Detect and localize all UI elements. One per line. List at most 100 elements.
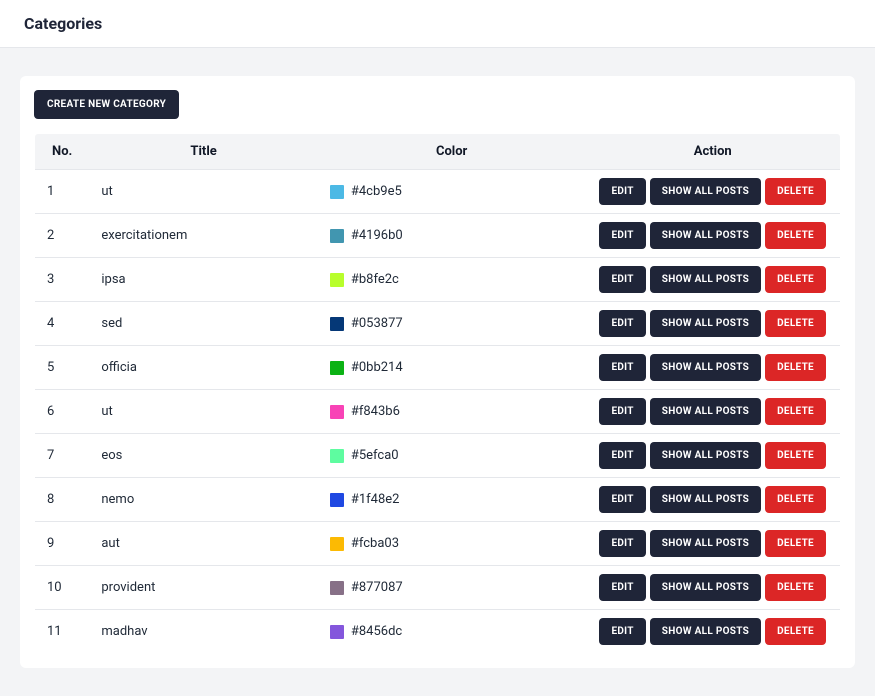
show-all-posts-button[interactable]: SHOW ALL POSTS xyxy=(650,530,761,557)
cell-title: ipsa xyxy=(89,258,317,302)
color-hex: #f843b6 xyxy=(351,404,400,419)
cell-title: sed xyxy=(89,302,317,346)
edit-button[interactable]: EDIT xyxy=(599,442,645,469)
cell-title: ut xyxy=(89,170,317,214)
edit-button[interactable]: EDIT xyxy=(599,574,645,601)
color-hex: #053877 xyxy=(351,316,403,331)
table-row: 9aut#fcba03EDITSHOW ALL POSTSDELETE xyxy=(35,522,841,566)
color-swatch xyxy=(330,229,344,243)
show-all-posts-button[interactable]: SHOW ALL POSTS xyxy=(650,398,761,425)
cell-title: madhav xyxy=(89,610,317,654)
delete-button[interactable]: DELETE xyxy=(765,178,826,205)
delete-button[interactable]: DELETE xyxy=(765,574,826,601)
cell-color: #b8fe2c xyxy=(318,258,586,302)
delete-button[interactable]: DELETE xyxy=(765,530,826,557)
cell-title: ut xyxy=(89,390,317,434)
cell-no: 5 xyxy=(35,346,90,390)
color-hex: #4196b0 xyxy=(351,228,403,243)
cell-title: exercitationem xyxy=(89,214,317,258)
delete-button[interactable]: DELETE xyxy=(765,266,826,293)
delete-button[interactable]: DELETE xyxy=(765,310,826,337)
delete-button[interactable]: DELETE xyxy=(765,354,826,381)
edit-button[interactable]: EDIT xyxy=(599,266,645,293)
color-swatch xyxy=(330,625,344,639)
color-swatch xyxy=(330,361,344,375)
cell-color: #5efca0 xyxy=(318,434,586,478)
cell-actions: EDITSHOW ALL POSTSDELETE xyxy=(585,302,840,346)
color-swatch xyxy=(330,493,344,507)
cell-no: 8 xyxy=(35,478,90,522)
delete-button[interactable]: DELETE xyxy=(765,442,826,469)
cell-no: 2 xyxy=(35,214,90,258)
delete-button[interactable]: DELETE xyxy=(765,618,826,645)
table-body: 1ut#4cb9e5EDITSHOW ALL POSTSDELETE2exerc… xyxy=(35,170,841,654)
show-all-posts-button[interactable]: SHOW ALL POSTS xyxy=(650,178,761,205)
col-header-no: No. xyxy=(35,134,90,170)
col-header-title: Title xyxy=(89,134,317,170)
cell-no: 11 xyxy=(35,610,90,654)
color-hex: #8456dc xyxy=(351,624,402,639)
page-header: Categories xyxy=(0,0,875,48)
cell-actions: EDITSHOW ALL POSTSDELETE xyxy=(585,478,840,522)
edit-button[interactable]: EDIT xyxy=(599,222,645,249)
cell-color: #4cb9e5 xyxy=(318,170,586,214)
edit-button[interactable]: EDIT xyxy=(599,530,645,557)
create-category-button[interactable]: CREATE NEW CATEGORY xyxy=(34,90,179,119)
table-row: 7eos#5efca0EDITSHOW ALL POSTSDELETE xyxy=(35,434,841,478)
cell-color: #1f48e2 xyxy=(318,478,586,522)
color-hex: #b8fe2c xyxy=(351,272,399,287)
edit-button[interactable]: EDIT xyxy=(599,618,645,645)
cell-actions: EDITSHOW ALL POSTSDELETE xyxy=(585,390,840,434)
cell-color: #8456dc xyxy=(318,610,586,654)
show-all-posts-button[interactable]: SHOW ALL POSTS xyxy=(650,222,761,249)
show-all-posts-button[interactable]: SHOW ALL POSTS xyxy=(650,442,761,469)
cell-actions: EDITSHOW ALL POSTSDELETE xyxy=(585,610,840,654)
delete-button[interactable]: DELETE xyxy=(765,398,826,425)
color-hex: #fcba03 xyxy=(351,536,399,551)
table-row: 5officia#0bb214EDITSHOW ALL POSTSDELETE xyxy=(35,346,841,390)
delete-button[interactable]: DELETE xyxy=(765,486,826,513)
edit-button[interactable]: EDIT xyxy=(599,310,645,337)
delete-button[interactable]: DELETE xyxy=(765,222,826,249)
main-container: CREATE NEW CATEGORY No. Title Color Acti… xyxy=(0,48,875,696)
col-header-color: Color xyxy=(318,134,586,170)
cell-title: eos xyxy=(89,434,317,478)
color-hex: #4cb9e5 xyxy=(351,184,402,199)
edit-button[interactable]: EDIT xyxy=(599,486,645,513)
cell-title: nemo xyxy=(89,478,317,522)
edit-button[interactable]: EDIT xyxy=(599,178,645,205)
cell-color: #053877 xyxy=(318,302,586,346)
table-row: 8nemo#1f48e2EDITSHOW ALL POSTSDELETE xyxy=(35,478,841,522)
table-row: 10provident#877087EDITSHOW ALL POSTSDELE… xyxy=(35,566,841,610)
cell-no: 6 xyxy=(35,390,90,434)
cell-title: provident xyxy=(89,566,317,610)
show-all-posts-button[interactable]: SHOW ALL POSTS xyxy=(650,266,761,293)
cell-no: 10 xyxy=(35,566,90,610)
cell-no: 9 xyxy=(35,522,90,566)
cell-actions: EDITSHOW ALL POSTSDELETE xyxy=(585,566,840,610)
col-header-action: Action xyxy=(585,134,840,170)
show-all-posts-button[interactable]: SHOW ALL POSTS xyxy=(650,574,761,601)
edit-button[interactable]: EDIT xyxy=(599,354,645,381)
table-row: 6ut #f843b6 EDITSHOW ALL POSTSDELETE xyxy=(35,390,841,434)
color-swatch xyxy=(330,273,344,287)
cell-color: #f843b6 xyxy=(318,390,586,434)
cell-actions: EDITSHOW ALL POSTSDELETE xyxy=(585,434,840,478)
show-all-posts-button[interactable]: SHOW ALL POSTS xyxy=(650,354,761,381)
color-swatch xyxy=(330,581,344,595)
edit-button[interactable]: EDIT xyxy=(599,398,645,425)
categories-table: No. Title Color Action 1ut#4cb9e5EDITSHO… xyxy=(34,133,841,654)
cell-color: #877087 xyxy=(318,566,586,610)
color-hex: #5efca0 xyxy=(351,448,399,463)
color-swatch xyxy=(330,449,344,463)
cell-actions: EDITSHOW ALL POSTSDELETE xyxy=(585,346,840,390)
color-swatch xyxy=(330,185,344,199)
color-hex: #0bb214 xyxy=(351,360,403,375)
show-all-posts-button[interactable]: SHOW ALL POSTS xyxy=(650,486,761,513)
table-row: 4sed#053877EDITSHOW ALL POSTSDELETE xyxy=(35,302,841,346)
table-row: 3ipsa#b8fe2cEDITSHOW ALL POSTSDELETE xyxy=(35,258,841,302)
color-swatch xyxy=(330,405,344,419)
show-all-posts-button[interactable]: SHOW ALL POSTS xyxy=(650,310,761,337)
cell-color: #4196b0 xyxy=(318,214,586,258)
show-all-posts-button[interactable]: SHOW ALL POSTS xyxy=(650,618,761,645)
